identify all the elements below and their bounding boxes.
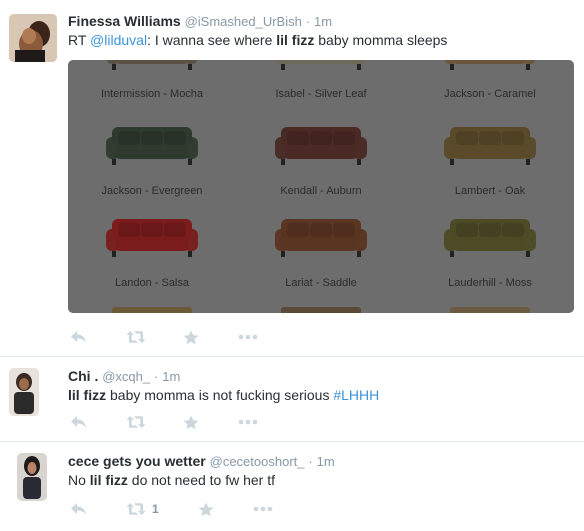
- avatar[interactable]: [9, 14, 57, 62]
- text-part: baby momma sleeps: [314, 32, 448, 48]
- hashtag-link[interactable]: #LHHH: [333, 387, 379, 403]
- timestamp[interactable]: 1m: [162, 369, 180, 384]
- tweet-header: Finessa Williams @iSmashed_UrBish · 1m: [68, 12, 574, 31]
- more-icon[interactable]: [238, 327, 258, 347]
- fullname[interactable]: Chi .: [68, 368, 98, 384]
- favorite-icon[interactable]: [183, 412, 199, 432]
- retweet-icon[interactable]: 1: [126, 499, 159, 519]
- reply-icon[interactable]: [70, 327, 87, 347]
- tweet-content: cece gets you wetter @cecetooshort_ · 1m…: [68, 452, 574, 490]
- mention-link[interactable]: @lilduval: [90, 32, 147, 48]
- favorite-icon[interactable]: [183, 327, 199, 347]
- tweet-header: cece gets you wetter @cecetooshort_ · 1m: [68, 452, 574, 471]
- avatar[interactable]: [9, 368, 39, 416]
- reply-icon[interactable]: [70, 412, 87, 432]
- retweet-icon[interactable]: [126, 412, 152, 432]
- tweet-content: Chi . @xcqh_ · 1m lil fizz baby momma is…: [68, 367, 574, 405]
- avatar[interactable]: [17, 453, 47, 501]
- tweet[interactable]: Chi . @xcqh_ · 1m lil fizz baby momma is…: [0, 357, 584, 442]
- keyword: lil fizz: [276, 32, 315, 48]
- separator-dot: ·: [154, 369, 159, 384]
- reply-icon[interactable]: [70, 499, 87, 519]
- text-part: : I wanna see where: [147, 32, 277, 48]
- fullname[interactable]: Finessa Williams: [68, 13, 181, 29]
- tweet[interactable]: Finessa Williams @iSmashed_UrBish · 1m R…: [0, 0, 584, 357]
- tweet[interactable]: cece gets you wetter @cecetooshort_ · 1m…: [0, 442, 584, 531]
- more-icon[interactable]: [238, 412, 258, 432]
- keyword: lil fizz: [68, 387, 107, 403]
- separator-dot: ·: [308, 454, 313, 469]
- keyword: lil fizz: [89, 472, 128, 488]
- username[interactable]: @iSmashed_UrBish: [185, 14, 302, 29]
- username[interactable]: @cecetooshort_: [210, 454, 305, 469]
- tweet-text: No lil fizz do not need to fw her tf: [68, 471, 574, 490]
- tweet-header: Chi . @xcqh_ · 1m: [68, 367, 574, 386]
- timestamp[interactable]: 1m: [314, 14, 332, 29]
- tweet-content: Finessa Williams @iSmashed_UrBish · 1m R…: [68, 12, 574, 50]
- favorite-icon[interactable]: [198, 499, 214, 519]
- rt-prefix: RT: [68, 32, 91, 48]
- timestamp[interactable]: 1m: [317, 454, 335, 469]
- text-part: No: [68, 472, 90, 488]
- more-icon[interactable]: [253, 499, 273, 519]
- retweet-icon[interactable]: [126, 327, 152, 347]
- text-part: do not need to fw her tf: [127, 472, 276, 488]
- media-overlay: [68, 60, 574, 313]
- separator-dot: ·: [305, 14, 311, 29]
- username[interactable]: @xcqh_: [102, 369, 150, 384]
- media-image[interactable]: Intermission - Mocha Isabel - Silver Leaf…: [68, 60, 574, 313]
- timeline: Finessa Williams @iSmashed_UrBish · 1m R…: [0, 0, 584, 531]
- fullname[interactable]: cece gets you wetter: [68, 453, 206, 469]
- text-part: baby momma is not fucking serious: [106, 387, 334, 403]
- retweet-count: 1: [152, 502, 159, 516]
- tweet-text: RT @lilduval: I wanna see where lil fizz…: [68, 31, 574, 50]
- tweet-text: lil fizz baby momma is not fucking serio…: [68, 386, 574, 405]
